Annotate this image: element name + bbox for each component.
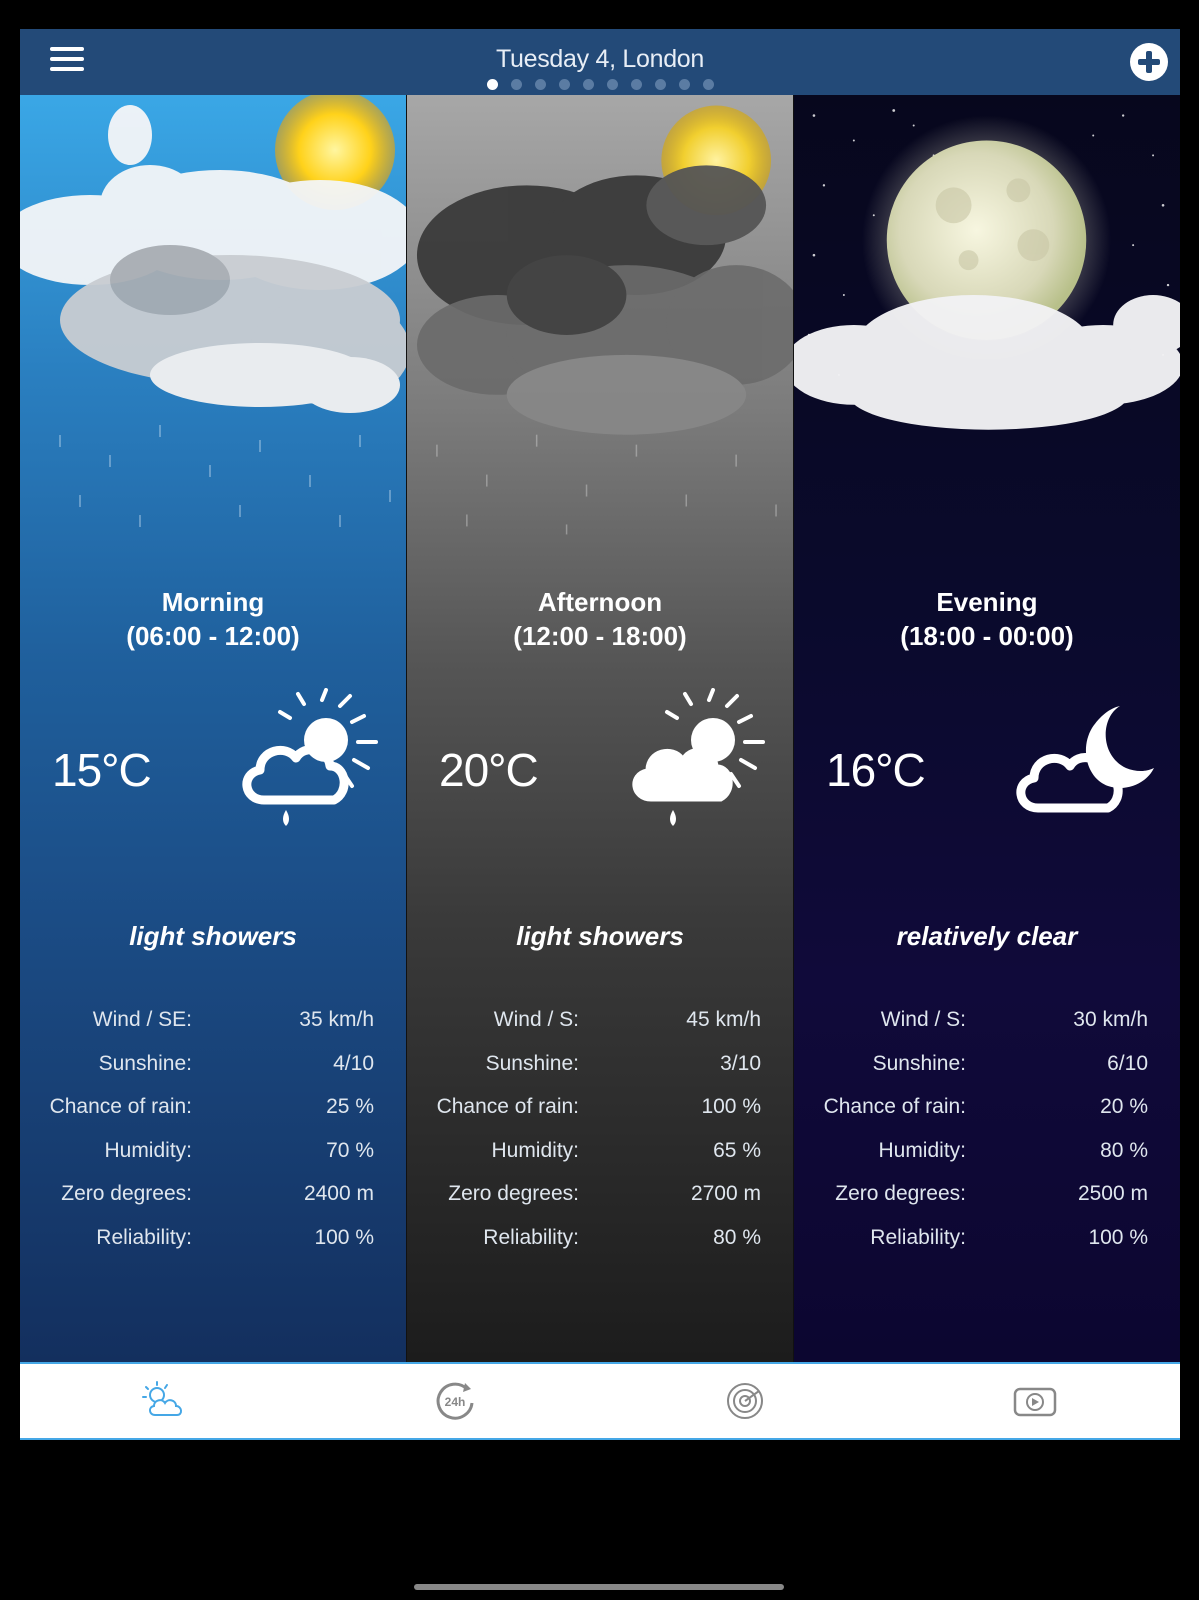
page-title: Tuesday 4, London [495,45,705,73]
condition-text: light showers [129,921,297,951]
cloud-moon-icon [1016,706,1154,813]
temperature: 15°C [52,744,152,796]
period-name: Evening [936,587,1038,617]
period-title: Evening (18:00 - 00:00) [794,585,1180,653]
tab-video[interactable] [890,1364,1180,1438]
radar-icon [727,1383,763,1419]
stat-rain: Chance of rain: 25 % [49,1095,374,1118]
page-dot[interactable] [486,79,498,90]
stat-wind: Wind / SE: 35 km/h [92,1008,374,1031]
page-dot[interactable] [558,79,570,90]
page-dot[interactable] [510,79,522,90]
forecast-columns: Morning (06:00 - 12:00) 15°C light showe… [20,95,1180,1362]
condition-text: light showers [516,921,684,951]
period-name: Afternoon [537,587,663,617]
stat-rain: Chance of rain: 20 % [823,1095,1148,1118]
condition-text: relatively clear [896,921,1078,951]
stat-sunshine: Sunshine: 4/10 [98,1051,374,1075]
home-indicator[interactable] [414,1584,784,1590]
afternoon-column[interactable]: Afternoon (12:00 - 18:00) 20°C light sho… [406,95,793,1362]
morning-column[interactable]: Morning (06:00 - 12:00) 15°C light showe… [20,95,406,1362]
page-dot[interactable] [582,79,594,90]
stat-wind: Wind / S: 45 km/h [493,1008,761,1031]
afternoon-sky-illustration [416,105,793,535]
stat-wind: Wind / S: 30 km/h [880,1008,1148,1031]
morning-sky-illustration [20,95,406,527]
page-dot[interactable] [678,79,690,90]
stats-list: Wind / S: 30 km/h Sunshine: 6/10 Chance of… [794,1008,1180,1269]
stats-list: Wind / S: 45 km/h Sunshine: 3/10 Chance of… [407,1008,793,1269]
period-range: (06:00 - 12:00) [126,621,300,651]
video-icon [1013,1387,1057,1417]
tab-24h-label: 24h [445,1395,466,1409]
page-dot[interactable] [606,79,618,90]
temperature: 16°C [826,744,926,796]
plus-circle-icon[interactable] [1130,43,1168,81]
stat-zero-degrees: Zero degrees: 2500 m [835,1182,1148,1205]
page-dot[interactable] [534,79,546,90]
temperature: 20°C [439,744,539,796]
24h-forecast-icon: 24h [436,1382,474,1420]
period-range: (12:00 - 18:00) [513,621,687,651]
stat-zero-degrees: Zero degrees: 2700 m [448,1182,761,1205]
tab-radar[interactable] [600,1364,890,1438]
stat-reliability: Reliability: 80 % [483,1225,761,1249]
period-title: Afternoon (12:00 - 18:00) [407,585,793,653]
cloud-sun-rain-icon [632,688,765,826]
weather-app: Tuesday 4, London Morning (06:00 - 12:00… [20,29,1180,1440]
stat-sunshine: Sunshine: 3/10 [485,1051,761,1075]
period-range: (18:00 - 00:00) [900,621,1074,651]
tab-24h[interactable]: 24h [310,1364,600,1438]
page-dot[interactable] [630,79,642,90]
tab-forecast[interactable] [20,1364,310,1438]
page-indicator[interactable] [20,79,1180,90]
stat-humidity: Humidity: 70 % [104,1138,374,1162]
evening-column[interactable]: Evening (18:00 - 00:00) 16°C relatively … [793,95,1180,1362]
stats-list: Wind / SE: 35 km/h Sunshine: 4/10 Chance o… [20,1008,406,1269]
stat-humidity: Humidity: 65 % [491,1138,761,1162]
stat-sunshine: Sunshine: 6/10 [872,1051,1148,1075]
stat-zero-degrees: Zero degrees: 2400 m [61,1182,374,1205]
evening-sky-illustration [794,109,1180,430]
stat-humidity: Humidity: 80 % [878,1138,1148,1162]
top-bar: Tuesday 4, London [20,29,1180,95]
stat-reliability: Reliability: 100 % [870,1225,1148,1249]
page-dot[interactable] [702,79,714,90]
partly-cloudy-icon [142,1381,182,1416]
page-dot[interactable] [654,79,666,90]
period-title: Morning (06:00 - 12:00) [20,585,406,653]
period-name: Morning [161,587,265,617]
cloud-sun-rain-icon [242,688,378,826]
bottom-tab-bar: 24h [20,1362,1180,1440]
stat-reliability: Reliability: 100 % [96,1225,374,1249]
stat-rain: Chance of rain: 100 % [436,1095,761,1118]
